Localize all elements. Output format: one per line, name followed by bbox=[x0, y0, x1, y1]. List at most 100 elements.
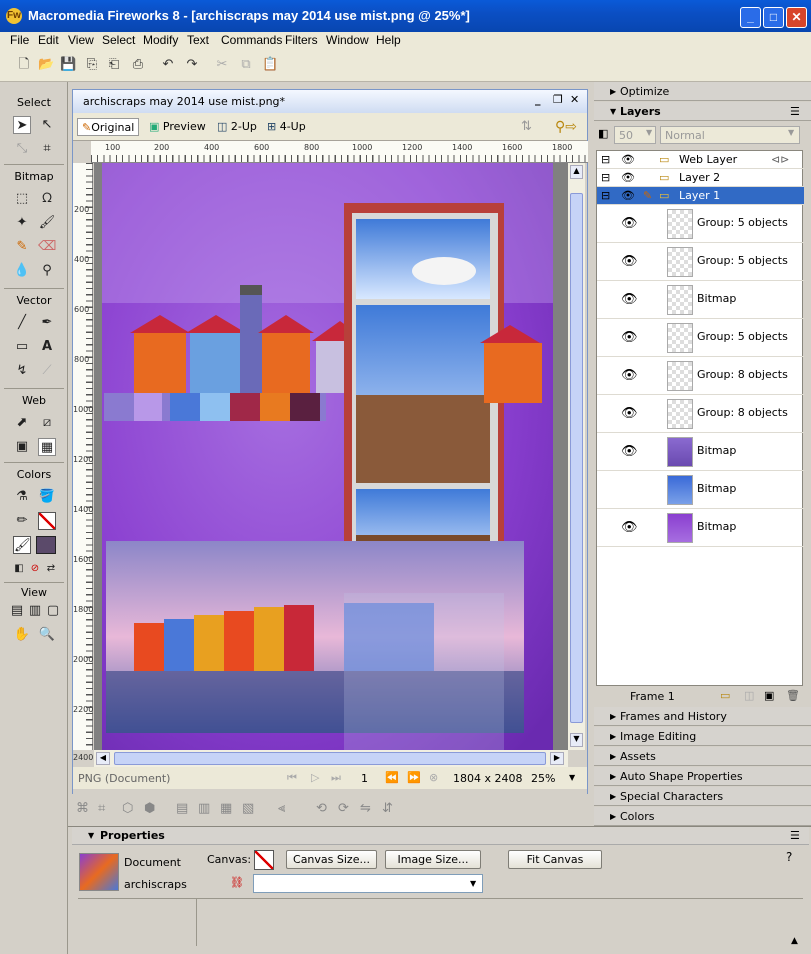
stroke-color-icon[interactable]: ✏ bbox=[13, 512, 31, 530]
tab-original[interactable]: ✎Original bbox=[77, 118, 139, 136]
pen-tool-icon[interactable]: ✒ bbox=[38, 314, 56, 332]
pointer-tool-icon[interactable]: ➤ bbox=[13, 116, 31, 134]
doc-minimize-button[interactable]: _ bbox=[535, 93, 541, 106]
show-slices-icon[interactable]: ▦ bbox=[38, 438, 56, 456]
open-icon[interactable]: 📂 bbox=[38, 57, 54, 73]
panel-options-icon[interactable]: ☰ bbox=[790, 102, 800, 121]
tab-4-up[interactable]: ⊞ 4-Up bbox=[267, 118, 306, 136]
canvas-area[interactable] bbox=[94, 163, 568, 750]
canvas-color-swatch[interactable] bbox=[254, 850, 274, 870]
swap-colors-icon[interactable]: ⇄ bbox=[42, 560, 60, 578]
new-layer-icon[interactable]: ◫ bbox=[744, 689, 754, 702]
doc-close-button[interactable]: ✕ bbox=[570, 93, 579, 106]
colors-panel-header[interactable]: ▶ Colors bbox=[594, 807, 811, 826]
lasso-tool-icon[interactable]: ᘯ bbox=[38, 190, 56, 208]
eye-icon[interactable]: 👁 bbox=[621, 444, 638, 459]
document-tab[interactable]: archiscraps may 2014 use mist.png* _ ❐ ✕ bbox=[72, 89, 588, 113]
scroll-up-icon[interactable]: ▲ bbox=[570, 165, 583, 179]
previous-frame-icon[interactable]: ⏪ bbox=[385, 771, 399, 784]
save-icon[interactable]: 💾 bbox=[60, 57, 76, 73]
zoom-level[interactable]: 25% bbox=[531, 772, 555, 785]
tab-preview[interactable]: ▣ Preview bbox=[149, 118, 206, 136]
canvas-size-button[interactable]: Canvas Size... bbox=[286, 850, 377, 869]
scroll-left-icon[interactable]: ◀ bbox=[96, 752, 110, 765]
magic-wand-tool-icon[interactable]: ✦ bbox=[13, 214, 31, 232]
layer-object-row[interactable]: Bitmap bbox=[597, 471, 804, 509]
hotspot-tool-icon[interactable]: ⬈ bbox=[13, 414, 31, 432]
image-size-button[interactable]: Image Size... bbox=[385, 850, 481, 869]
assets-panel-header[interactable]: ▶ Assets bbox=[594, 747, 811, 766]
dropdown-icon[interactable]: ▼ bbox=[470, 879, 476, 888]
eye-icon[interactable]: 👁 bbox=[621, 216, 638, 231]
eraser-tool-icon[interactable]: ⌫ bbox=[38, 238, 56, 256]
first-frame-icon[interactable]: ⏮ bbox=[287, 771, 297, 785]
align-icon[interactable]: ⫷ bbox=[278, 801, 285, 816]
brush-tool-icon[interactable]: 🖌 bbox=[38, 214, 56, 232]
optimize-panel-header[interactable]: ▶ Optimize bbox=[594, 82, 811, 101]
layers-panel-header[interactable]: ▼ Layers ☰ bbox=[594, 102, 811, 121]
group-icon[interactable]: ⌘ bbox=[76, 801, 89, 816]
panel-options-icon[interactable]: ☰ bbox=[790, 827, 800, 845]
eyedropper-tool-icon[interactable]: ⚗ bbox=[13, 488, 31, 506]
import-icon[interactable]: ⎘ bbox=[84, 57, 100, 73]
scroll-thumb[interactable] bbox=[570, 193, 583, 723]
eye-icon[interactable]: 👁 bbox=[621, 254, 638, 269]
scroll-right-icon[interactable]: ▶ bbox=[550, 752, 564, 765]
help-icon[interactable]: ? bbox=[786, 850, 792, 864]
vertical-scrollbar[interactable]: ▲ ▼ bbox=[568, 163, 585, 750]
auto-shape-properties-panel-header[interactable]: ▶ Auto Shape Properties bbox=[594, 767, 811, 786]
menu-file[interactable]: File bbox=[10, 33, 29, 47]
eye-icon[interactable]: 👁 bbox=[621, 169, 635, 187]
eye-icon[interactable]: 👁 bbox=[621, 368, 638, 383]
rectangle-tool-icon[interactable]: ▭ bbox=[13, 338, 31, 356]
menu-filters[interactable]: Filters bbox=[285, 33, 318, 47]
scroll-down-icon[interactable]: ▼ bbox=[570, 733, 583, 747]
print-icon[interactable]: ⎙ bbox=[130, 57, 146, 73]
hide-slices-icon[interactable]: ▣ bbox=[13, 438, 31, 456]
paste-icon[interactable]: 📋 bbox=[262, 57, 278, 73]
menu-view[interactable]: View bbox=[68, 33, 94, 47]
join-icon[interactable]: ⬡ bbox=[122, 801, 133, 816]
scroll-thumb[interactable] bbox=[114, 752, 546, 765]
blur-tool-icon[interactable]: 💧 bbox=[13, 262, 31, 280]
send-back-icon[interactable]: ▧ bbox=[242, 801, 254, 816]
quick-export-icon[interactable]: ⇅ bbox=[521, 118, 532, 136]
text-tool-icon[interactable]: A bbox=[38, 338, 56, 356]
pencil-tool-icon[interactable]: ✎ bbox=[13, 238, 31, 256]
image-editing-panel-header[interactable]: ▶ Image Editing bbox=[594, 727, 811, 746]
eye-icon[interactable]: 👁 bbox=[621, 520, 638, 535]
bring-forward-icon[interactable]: ▥ bbox=[198, 801, 210, 816]
eye-icon[interactable]: 👁 bbox=[621, 406, 638, 421]
rubber-stamp-tool-icon[interactable]: ⚲ bbox=[38, 262, 56, 280]
send-backward-icon[interactable]: ▦ bbox=[220, 801, 232, 816]
collapse-icon[interactable]: ⊟ bbox=[601, 187, 610, 205]
layer-object-row[interactable]: 👁 Group: 8 objects bbox=[597, 395, 804, 433]
layer-row-layer2[interactable]: ⊟ 👁 ▭ Layer 2 bbox=[597, 169, 804, 187]
layer-object-row[interactable]: 👁 Group: 8 objects bbox=[597, 357, 804, 395]
blend-dropdown-icon[interactable]: ▼ bbox=[788, 128, 794, 137]
cut-icon[interactable]: ✂ bbox=[214, 57, 230, 73]
new-bitmap-icon[interactable]: ▣ bbox=[764, 689, 774, 702]
fill-color-icon[interactable]: 🖌 bbox=[13, 536, 31, 554]
flip-horizontal-icon[interactable]: ⇋ bbox=[360, 801, 371, 816]
doc-restore-button[interactable]: ❐ bbox=[553, 93, 563, 106]
minimize-button[interactable]: _ bbox=[740, 7, 761, 28]
split-icon[interactable]: ⬢ bbox=[144, 801, 155, 816]
line-tool-icon[interactable]: ╱ bbox=[13, 314, 31, 332]
paint-bucket-tool-icon[interactable]: 🪣 bbox=[38, 488, 56, 506]
last-frame-icon[interactable]: ⏭ bbox=[331, 771, 341, 785]
next-frame-icon[interactable]: ⏩ bbox=[407, 771, 421, 784]
eye-icon[interactable]: 👁 bbox=[621, 151, 635, 169]
collapse-icon[interactable]: ⊟ bbox=[601, 169, 610, 187]
properties-panel-header[interactable]: ▼ Properties ☰ bbox=[72, 827, 809, 845]
ungroup-icon[interactable]: ⌗ bbox=[98, 801, 105, 816]
fit-canvas-button[interactable]: Fit Canvas bbox=[508, 850, 602, 869]
stroke-swatch[interactable] bbox=[38, 512, 56, 530]
flip-vertical-icon[interactable]: ⇵ bbox=[382, 801, 393, 816]
layer-object-row[interactable]: 👁 Group: 5 objects bbox=[597, 319, 804, 357]
new-icon[interactable]: 🗋 bbox=[16, 57, 32, 73]
export-icon[interactable]: ⎗ bbox=[106, 57, 122, 73]
close-button[interactable]: ✕ bbox=[786, 7, 807, 28]
eye-icon[interactable]: 👁 bbox=[621, 330, 638, 345]
layer-object-row[interactable]: 👁 Group: 5 objects bbox=[597, 243, 804, 281]
